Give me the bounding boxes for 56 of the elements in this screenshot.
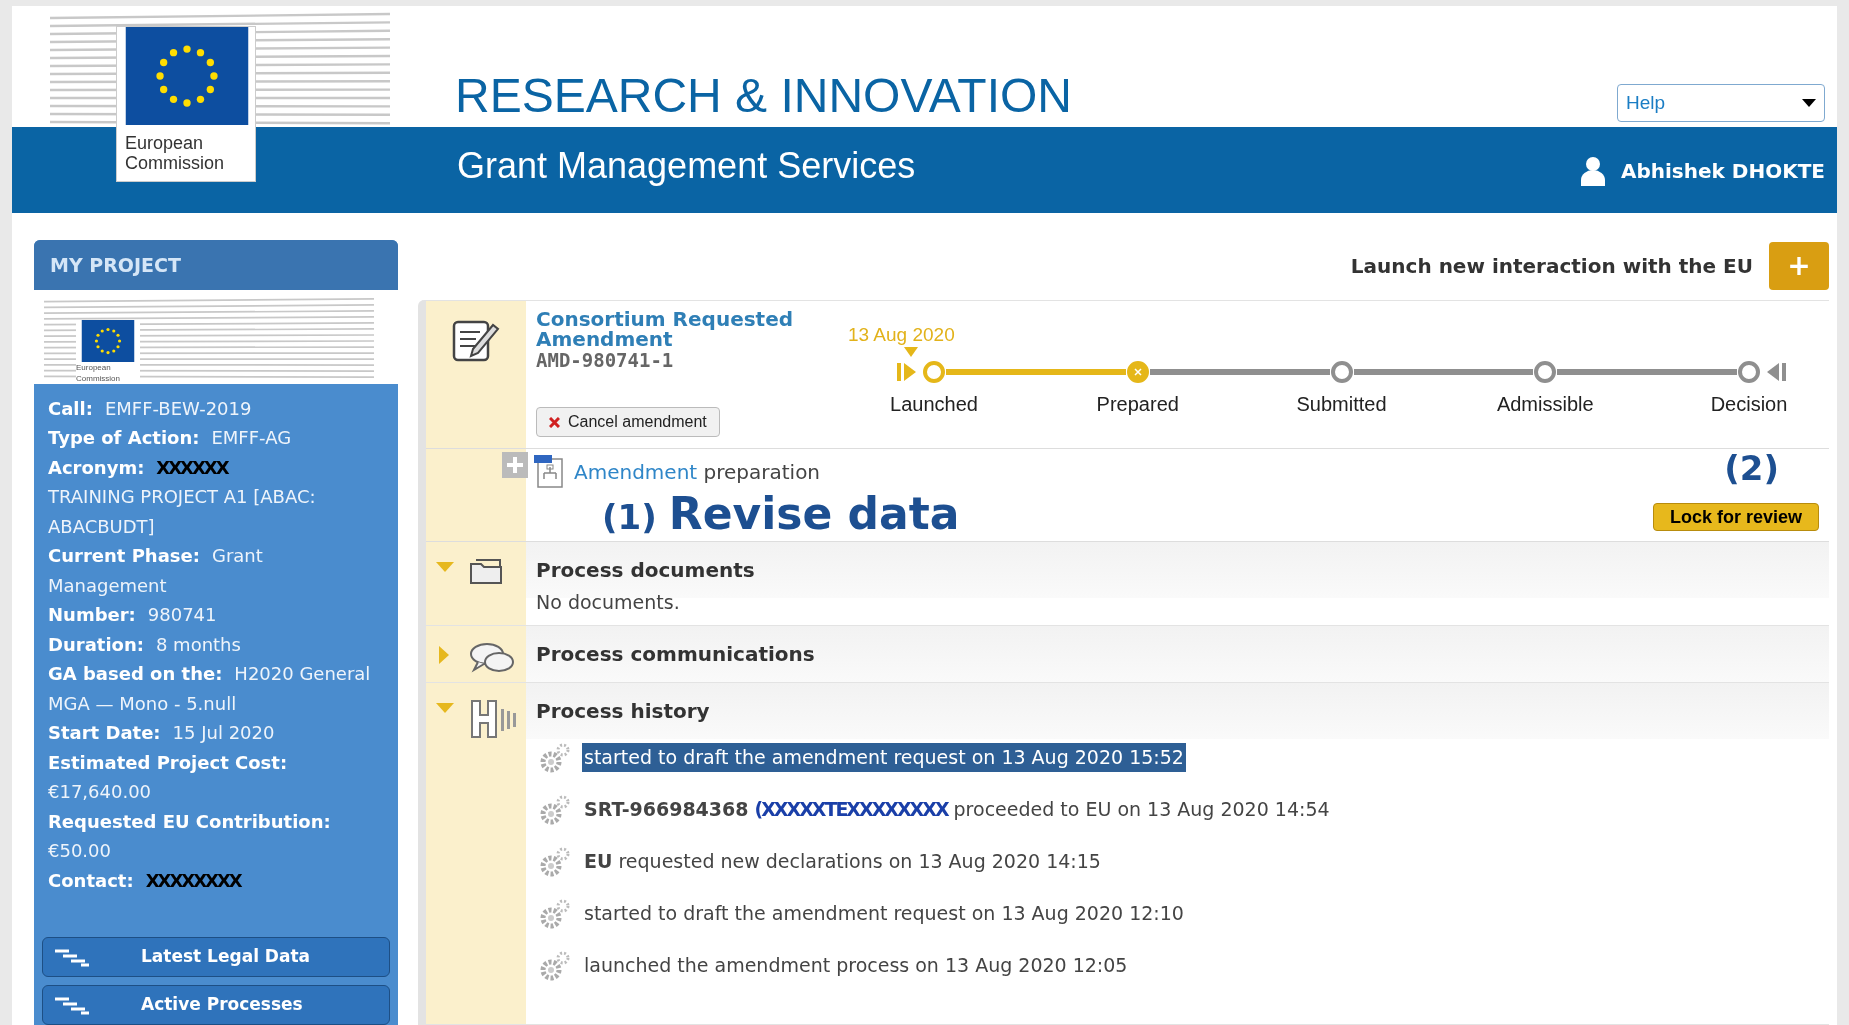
note-text: Revise data: [668, 487, 960, 541]
project-field: Type of Action: EMFF-AG: [48, 423, 384, 453]
task-link[interactable]: Amendment: [574, 460, 698, 484]
process-code: AMD-980741-1: [536, 349, 675, 371]
plus-icon[interactable]: [502, 452, 528, 478]
process-title[interactable]: Consortium Requested Amendment: [536, 309, 796, 349]
project-field: TRAINING PROJECT A1 [ABAC: ABACBUDT]: [48, 482, 384, 541]
site-subtitle: Grant Management Services: [457, 144, 916, 188]
history-entry: SRT-966984368 (XXXXXTEXXXXXXXX proceeded to EU on 13 Aug 2020 14:54: [583, 797, 1331, 823]
note-number: (2): [1724, 447, 1779, 490]
logo-text: European Commission: [76, 362, 121, 385]
step-label: Prepared: [1096, 392, 1179, 417]
expanded-triangle-icon[interactable]: [436, 702, 454, 715]
project-field: Duration: 8 months: [48, 629, 384, 659]
history-entry: started to draft the amendment request on 13 Aug 2020 15:52: [582, 743, 1186, 772]
step-label: Decision: [1710, 392, 1788, 417]
expanded-triangle-icon[interactable]: [436, 562, 454, 574]
step-label: Submitted: [1296, 392, 1387, 417]
task-title: Amendment preparation: [574, 459, 821, 486]
history-entry: EU requested new declarations on 13 Aug 2020 14:15: [583, 849, 1102, 875]
help-dropdown[interactable]: Help: [1617, 84, 1825, 122]
section-header[interactable]: Process history: [526, 682, 1829, 739]
section-header[interactable]: Process communications: [526, 625, 1829, 682]
history-entry: started to draft the amendment request on 13 Aug 2020 12:10: [583, 901, 1185, 927]
project-field: Number: 980741: [48, 600, 384, 630]
site-title: RESEARCH & INNOVATION: [455, 68, 1072, 124]
cancel-button[interactable]: Cancel amendment: [536, 407, 720, 437]
user-icon: [1581, 156, 1605, 186]
launch-label: Launch new interaction with the EU: [1350, 253, 1753, 280]
panel-title: MY PROJECT: [34, 240, 398, 291]
close-icon: [549, 416, 560, 428]
project-field: Estimated Project Cost: €17,640.00: [48, 747, 384, 807]
project-field: Current Phase: Grant Management: [48, 541, 384, 600]
project-field: Requested EU Contribution: €50.00: [48, 806, 384, 866]
user-name[interactable]: Abhishek DHOKTE: [1621, 156, 1825, 186]
project-field: Call: EMFF-BEW-2019: [48, 393, 384, 423]
step-label: Launched: [890, 392, 978, 417]
lock-button[interactable]: Lock for review: [1652, 503, 1819, 531]
logo-text: European Commission: [124, 132, 226, 175]
project-field: GA based on the: H2020 General MGA — Mono - 5.null: [48, 659, 384, 718]
folder-icon: [468, 556, 504, 586]
project-field: Acronym: XXXXXX: [48, 452, 384, 482]
collapsed-triangle-icon[interactable]: [439, 645, 451, 664]
flowchart-document-icon: [534, 455, 566, 489]
end-marker-icon: [1765, 361, 1787, 383]
step-date: 13 Aug 2020: [848, 323, 955, 347]
sidebar-button[interactable]: Active Processes: [42, 985, 390, 1025]
start-marker-icon: [896, 361, 918, 383]
project-field: Start Date: 15 Jul 2020: [48, 718, 384, 748]
pointer-icon: [904, 347, 919, 357]
history-entry: launched the amendment process on 13 Aug 2020 12:05: [583, 953, 1129, 979]
caret-icon: [1802, 99, 1816, 107]
step-label: Admissible: [1496, 392, 1594, 417]
sidebar-button[interactable]: Latest Legal Data: [42, 937, 390, 977]
project-field: Contact: XXXXXXXX: [48, 865, 384, 895]
note-number: (1): [602, 496, 657, 539]
